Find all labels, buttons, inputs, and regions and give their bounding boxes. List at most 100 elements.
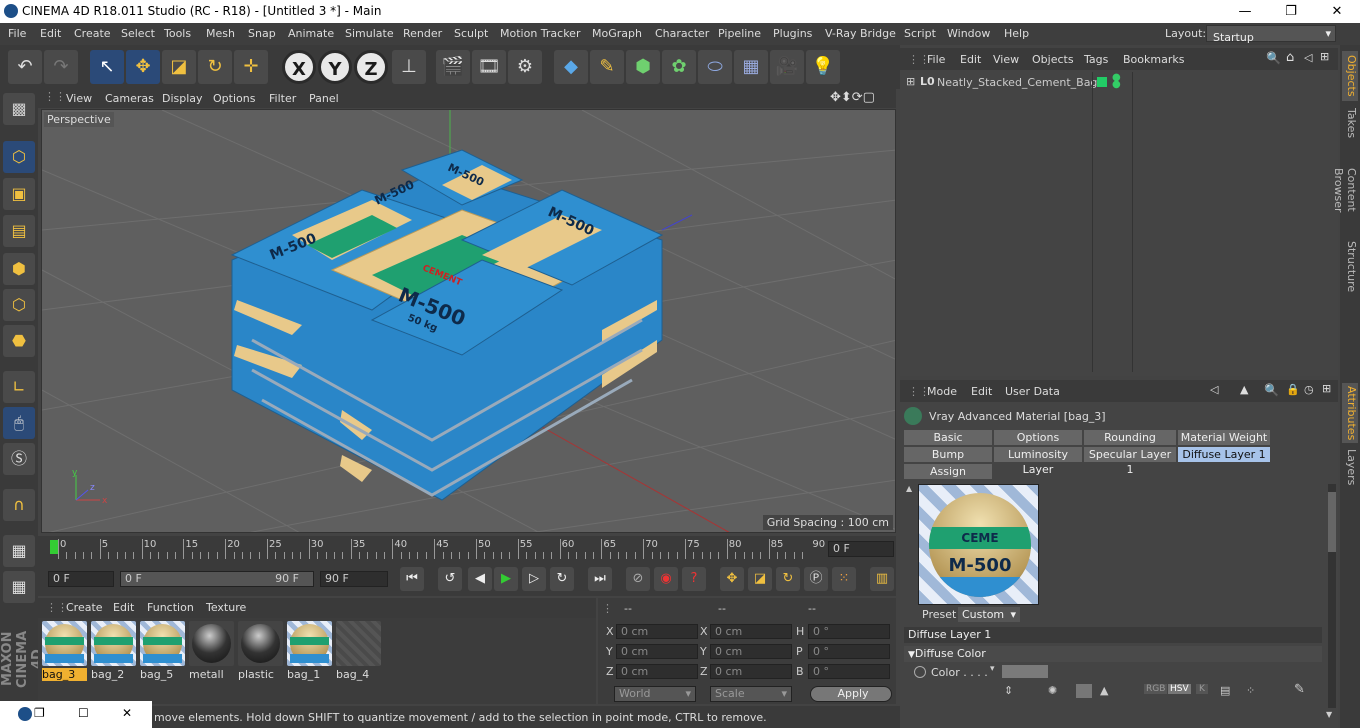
apply-button[interactable]: Apply [810,686,892,702]
pen-spline-icon[interactable]: ✎ [590,50,624,84]
material-bag_2[interactable]: bag_2 [91,621,136,681]
side-tab-attributes[interactable]: Attributes [1342,383,1358,443]
maximize-button[interactable]: ❐ [1268,0,1314,23]
coord-field[interactable]: 0 ° [808,624,890,639]
minimized-window-tab[interactable]: ❐ ☐ ✕ [0,701,152,728]
next-key-icon[interactable]: ↻ [550,567,574,591]
new-window-icon[interactable]: ⊞ [1320,50,1329,63]
attributes-menu-mode[interactable]: Mode [927,385,957,398]
chevron-down-icon[interactable]: ▾ [990,664,995,674]
texture-mode-icon[interactable]: ▣ [3,178,35,210]
floor-icon[interactable]: ▦ [734,50,768,84]
new-window-icon[interactable]: ⊞ [1322,382,1331,395]
polygons-mode-icon[interactable]: ⬣ [3,325,35,357]
side-tab-content-browser[interactable]: Content Browser [1332,145,1358,235]
key-scale-icon[interactable]: ◪ [748,567,772,591]
home-icon[interactable]: ⌂ [1286,50,1294,65]
axis-mode-icon[interactable]: ∟ [3,371,35,403]
coord-field[interactable]: 0 cm [616,644,698,659]
key-parameter-icon[interactable]: Ⓟ [804,567,828,591]
timeline-ruler[interactable]: 0 5 10 15 20 25 30 35 40 45 50 55 60 65 70 75 80 85 90 0 F [38,536,896,562]
objects-menu-view[interactable]: View [993,53,1019,66]
coord-field[interactable]: 0 cm [710,664,792,679]
rotate-tool-icon[interactable]: ↻ [198,50,232,84]
viewport-menu-filter[interactable]: Filter [269,92,296,105]
menu-script[interactable]: Script [904,27,936,40]
collapse-triangle-icon[interactable]: ▲ [906,484,912,493]
lock-icon[interactable]: 🔒 [1286,383,1300,396]
render-picture-viewer-icon[interactable]: 🎞 [472,50,506,84]
viewport-menu-view[interactable]: View [66,92,92,105]
objects-menu-bookmarks[interactable]: Bookmarks [1123,53,1184,66]
attribute-scrollbar[interactable] [1328,484,1336,708]
light-icon[interactable]: 💡 [806,50,840,84]
render-settings-icon[interactable]: ⚙ [508,50,542,84]
locked-workplane-icon[interactable]: ▦ [3,571,35,603]
perspective-viewport[interactable]: M-500 50 kg M-500 M-500 M-500 M-500 CEME… [41,109,896,533]
kelvin-mode-button[interactable]: K [1196,684,1208,694]
back-icon[interactable]: ◁ [1304,51,1312,64]
object-row[interactable]: ⊞ L0 Neatly_Stacked_Cement_Bags ● ● [900,72,1338,92]
material-bag_5[interactable]: bag_5 [140,621,185,681]
menu-pipeline[interactable]: Pipeline [718,27,761,40]
history-icon[interactable]: ◷ [1304,383,1314,396]
object-name[interactable]: Neatly_Stacked_Cement_Bags [937,76,1103,89]
color-gradient-icon[interactable] [1076,684,1092,698]
material-bag_4[interactable]: bag_4 [336,621,381,681]
key-rotation-icon[interactable]: ↻ [776,567,800,591]
cloner-icon[interactable]: ✿ [662,50,696,84]
solo-icon[interactable]: Ⓢ [3,443,35,475]
tab-assign[interactable]: Assign [904,464,992,479]
snap-magnet-icon[interactable]: ∩ [3,489,35,521]
x-axis-lock-icon[interactable]: X [282,50,316,84]
menu-simulate[interactable]: Simulate [345,27,394,40]
tab-diffuse-layer-1[interactable]: Diffuse Layer 1 [1178,447,1270,462]
tab-luminosity-layer[interactable]: Luminosity Layer [994,447,1082,476]
viewport-nav-icons[interactable]: ✥⬍⟳▢ [830,90,875,105]
edges-mode-icon[interactable]: ⬡ [3,289,35,321]
coord-field[interactable]: 0 cm [616,624,698,639]
menu-mesh[interactable]: Mesh [206,27,235,40]
objects-menu-tags[interactable]: Tags [1084,53,1108,66]
last-tool-icon[interactable]: ✛ [234,50,268,84]
viewport-menu-display[interactable]: Display [162,92,203,105]
material-menu-function[interactable]: Function [147,601,194,614]
tab-basic[interactable]: Basic [904,430,992,445]
subsection-header-diffuse-color[interactable]: ▼Diffuse Color [904,646,1322,662]
coord-field[interactable]: 0 ° [808,664,890,679]
scale-tool-icon[interactable]: ◪ [162,50,196,84]
viewport-menu-panel[interactable]: Panel [309,92,339,105]
layer-color-swatch[interactable] [1097,77,1107,87]
menu-plugins[interactable]: Plugins [773,27,812,40]
menu-vray-bridge[interactable]: V-Ray Bridge [825,27,896,40]
material-preview[interactable]: CEME M-500 [918,484,1039,605]
rgb-mode-button[interactable]: RGB [1144,684,1168,694]
end-frame-field[interactable]: 90 F [320,571,388,587]
model-mode-icon[interactable]: ⬡ [3,141,35,173]
go-to-start-icon[interactable]: ⏮ [400,567,424,591]
viewport-menu-cameras[interactable]: Cameras [105,92,154,105]
side-tab-takes[interactable]: Takes [1342,105,1358,141]
live-selection-icon[interactable]: ↖ [90,50,124,84]
material-plastic[interactable]: plastic [238,621,283,681]
render-view-icon[interactable]: 🎬 [436,50,470,84]
z-axis-lock-icon[interactable]: Z [354,50,388,84]
coordinate-space-dropdown[interactable]: World ▾ [614,686,696,702]
back-arrow-icon[interactable]: ◁ [1210,383,1218,396]
coord-field[interactable]: 0 cm [710,624,792,639]
color-swatch[interactable] [1002,665,1048,678]
animate-radio[interactable] [914,666,926,678]
record-keys-icon[interactable]: ◉ [654,567,678,591]
subdivision-surface-icon[interactable]: ⬢ [626,50,660,84]
tab-options[interactable]: Options [994,430,1082,445]
attributes-menu-edit[interactable]: Edit [971,385,992,398]
material-menu-create[interactable]: Create [66,601,103,614]
menu-motion-tracker[interactable]: Motion Tracker [500,27,580,40]
tab-material-weight[interactable]: Material Weight [1178,430,1270,445]
tab-bump[interactable]: Bump [904,447,992,462]
undo-icon[interactable]: ↶ [8,50,42,84]
search-icon[interactable]: 🔍 [1264,383,1279,397]
timeline-window-icon[interactable]: ▥ [870,567,894,591]
menu-edit[interactable]: Edit [40,27,61,40]
y-axis-lock-icon[interactable]: Y [318,50,352,84]
